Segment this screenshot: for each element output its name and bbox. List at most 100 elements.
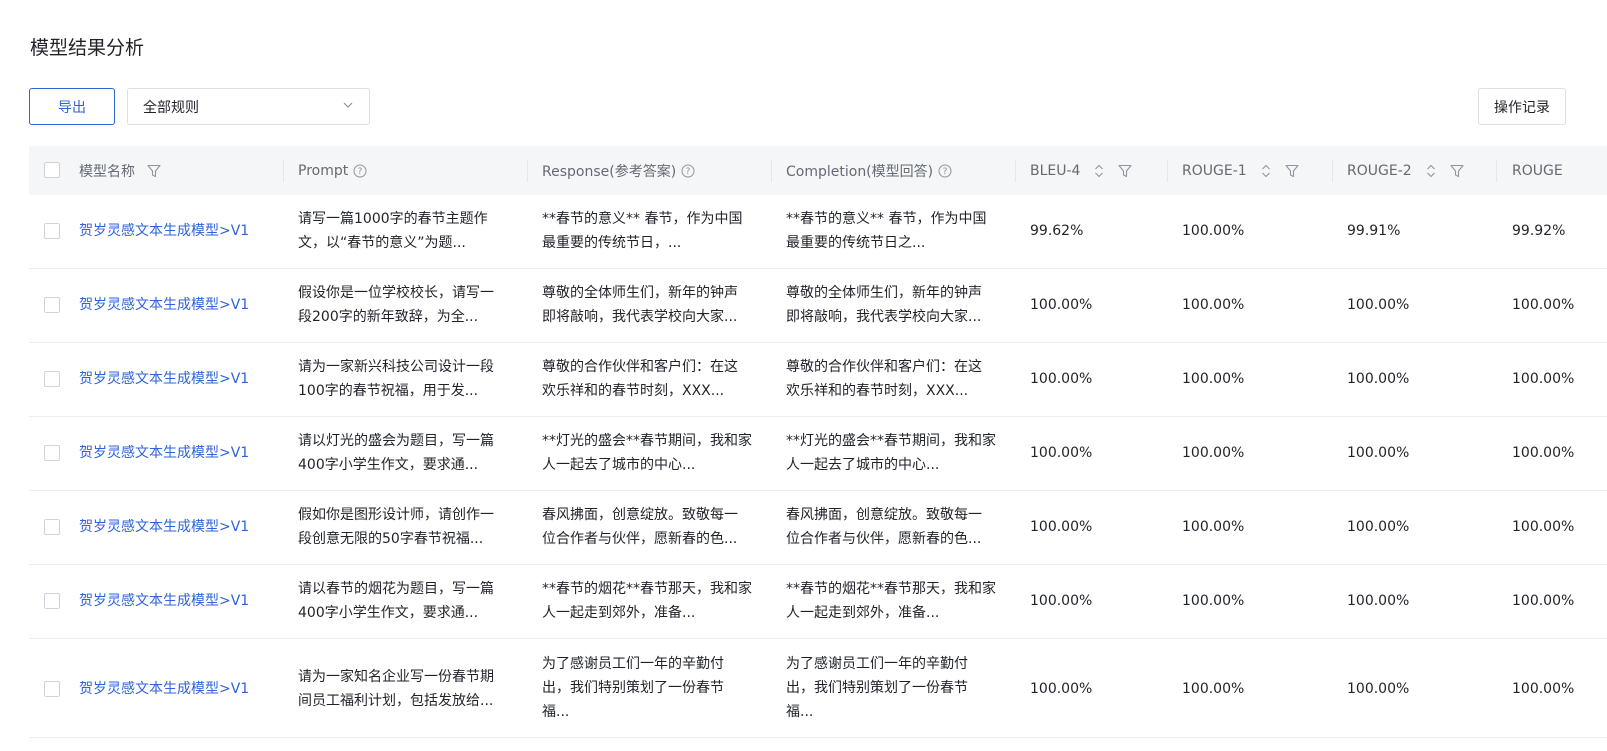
column-divider [1332,160,1333,182]
response-cell: **春节的烟花**春节那天，我和家 人一起走到郊外，准备... [542,577,752,625]
help-icon[interactable]: ? [681,164,695,178]
table-row[interactable]: 贺岁灵感文本生成模型>V1 请写一篇1000字的春节主题作 文，以“春节的意义”… [29,195,1607,269]
prompt-text-line: 间员工福利计划，包括发放给... [298,693,494,709]
completion-cell: 尊敬的合作伙伴和客户们：在这 欢乐祥和的春节时刻，XXX... [786,355,982,403]
filter-icon[interactable] [1450,164,1464,178]
table-row[interactable]: 贺岁灵感文本生成模型>V1 请为一家知名企业写一份春节期 间员工福利计划，包括发… [29,639,1607,738]
model-name-link[interactable]: 贺岁灵感文本生成模型>V1 [79,441,249,465]
rouge-value: 100.00% [1512,297,1575,313]
table-row[interactable]: 贺岁灵感文本生成模型>V1 假设你是一位学校校长，请写一 段200字的新年致辞，… [29,269,1607,343]
table-header: 模型名称 Prompt ? Response(参考答案) ? Completio… [29,146,1607,195]
column-header-completion: Completion(模型回答) ? [786,146,952,195]
prompt-cell: 请为一家新兴科技公司设计一段 100字的春节祝福，用于发... [298,355,494,403]
prompt-text-line: 假设你是一位学校校长，请写一 [298,285,494,301]
rouge1-value: 100.00% [1182,593,1245,609]
column-divider [1015,160,1016,182]
column-header-rouge1: ROUGE-1 [1182,146,1299,195]
rouge2-value: 99.91% [1347,223,1401,239]
rouge1-value: 100.00% [1182,297,1245,313]
column-header-response: Response(参考答案) ? [542,146,695,195]
response-text-line: 出，我们特别策划了一份春节 [542,680,724,696]
model-name-link[interactable]: 贺岁灵感文本生成模型>V1 [79,219,249,243]
svg-text:?: ? [686,167,691,177]
sort-icon[interactable] [1261,163,1271,179]
column-divider [527,160,528,182]
filter-icon[interactable] [1118,164,1133,178]
row-checkbox[interactable] [44,297,60,313]
svg-text:?: ? [943,167,948,177]
response-text-line: 最重要的传统节日，... [542,235,682,251]
response-text-line: 位合作者与伙伴，愿新春的色... [542,531,738,547]
rouge-value: 99.92% [1512,223,1566,239]
table-row[interactable]: 贺岁灵感文本生成模型>V1 请以春节的烟花为题目，写一篇 400字小学生作文，要… [29,565,1607,639]
completion-text-line: 人一起走到郊外，准备... [786,605,940,621]
model-name-link[interactable]: 贺岁灵感文本生成模型>V1 [79,515,249,539]
response-text-line: 人一起走到郊外，准备... [542,605,696,621]
completion-text-line: **春节的意义** 春节，作为中国 [786,211,987,227]
prompt-text-line: 100字的春节祝福，用于发... [298,383,479,399]
column-title: Completion(模型回答) [786,163,934,180]
model-name-link[interactable]: 贺岁灵感文本生成模型>V1 [79,677,249,701]
model-name-link[interactable]: 贺岁灵感文本生成模型>V1 [79,293,249,317]
column-header-prompt: Prompt ? [298,146,367,195]
row-checkbox[interactable] [44,445,60,461]
response-text-line: 福... [542,704,570,720]
prompt-text-line: 请为一家新兴科技公司设计一段 [298,359,494,375]
response-cell: **灯光的盛会**春节期间，我和家 人一起去了城市的中心... [542,429,752,477]
prompt-cell: 请为一家知名企业写一份春节期 间员工福利计划，包括发放给... [298,665,494,713]
row-checkbox[interactable] [44,371,60,387]
row-checkbox[interactable] [44,681,60,697]
completion-text-line: 尊敬的合作伙伴和客户们：在这 [786,359,982,375]
row-checkbox[interactable] [44,519,60,535]
completion-text-line: 春风拂面，创意绽放。致敬每一 [786,507,982,523]
table-row[interactable]: 贺岁灵感文本生成模型>V1 请为一家新兴科技公司设计一段 100字的春节祝福，用… [29,343,1607,417]
rouge1-value: 100.00% [1182,371,1245,387]
operation-log-button[interactable]: 操作记录 [1478,88,1566,125]
prompt-text-line: 400字小学生作文，要求通... [298,457,479,473]
prompt-text-line: 400字小学生作文，要求通... [298,605,479,621]
rouge1-value: 100.00% [1182,681,1245,697]
response-cell: 尊敬的合作伙伴和客户们：在这 欢乐祥和的春节时刻，XXX... [542,355,738,403]
help-icon[interactable]: ? [938,164,952,178]
completion-text-line: 为了感谢员工们一年的辛勤付 [786,656,968,672]
row-checkbox[interactable] [44,223,60,239]
completion-text-line: **春节的烟花**春节那天，我和家 [786,581,996,597]
completion-cell: **春节的意义** 春节，作为中国 最重要的传统节日之... [786,207,986,255]
rouge2-value: 100.00% [1347,371,1410,387]
completion-text-line: 出，我们特别策划了一份春节 [786,680,968,696]
response-text-line: 即将敲响，我代表学校向大家... [542,309,738,325]
completion-text-line: 尊敬的全体师生们，新年的钟声 [786,285,982,301]
prompt-cell: 请写一篇1000字的春节主题作 文，以“春节的意义”为题... [298,207,488,255]
help-icon[interactable]: ? [353,164,367,178]
rule-select-value: 全部规则 [143,99,199,116]
prompt-cell: 请以灯光的盛会为题目，写一篇 400字小学生作文，要求通... [298,429,494,477]
export-button[interactable]: 导出 [29,88,115,125]
completion-cell: 春风拂面，创意绽放。致敬每一 位合作者与伙伴，愿新春的色... [786,503,982,551]
prompt-text-line: 请写一篇1000字的春节主题作 [298,211,488,227]
rouge1-value: 100.00% [1182,519,1245,535]
filter-icon[interactable] [147,164,161,178]
prompt-text-line: 段创意无限的50字春节祝福... [298,531,484,547]
column-title: 模型名称 [79,163,135,180]
sort-icon[interactable] [1426,163,1436,179]
rule-select[interactable]: 全部规则 [127,88,370,125]
response-text-line: **灯光的盛会**春节期间，我和家 [542,433,752,449]
completion-text-line: 最重要的传统节日之... [786,235,926,251]
filter-icon[interactable] [1285,164,1299,178]
response-cell: **春节的意义** 春节，作为中国 最重要的传统节日，... [542,207,742,255]
sort-icon[interactable] [1094,163,1104,179]
select-all-checkbox[interactable] [44,162,60,178]
model-name-link[interactable]: 贺岁灵感文本生成模型>V1 [79,367,249,391]
rouge2-value: 100.00% [1347,681,1410,697]
prompt-text-line: 请以灯光的盛会为题目，写一篇 [298,433,494,449]
row-checkbox[interactable] [44,593,60,609]
table-row[interactable]: 贺岁灵感文本生成模型>V1 请以灯光的盛会为题目，写一篇 400字小学生作文，要… [29,417,1607,491]
table-row[interactable]: 贺岁灵感文本生成模型>V1 假如你是图形设计师，请创作一 段创意无限的50字春节… [29,491,1607,565]
column-title: BLEU-4 [1030,162,1081,179]
model-name-link[interactable]: 贺岁灵感文本生成模型>V1 [79,589,249,613]
prompt-text-line: 文，以“春节的意义”为题... [298,235,466,251]
prompt-text-line: 请以春节的烟花为题目，写一篇 [298,581,494,597]
results-table: 模型名称 Prompt ? Response(参考答案) ? Completio… [29,146,1607,751]
completion-cell: **灯光的盛会**春节期间，我和家 人一起去了城市的中心... [786,429,996,477]
prompt-text-line: 请为一家知名企业写一份春节期 [298,669,494,685]
